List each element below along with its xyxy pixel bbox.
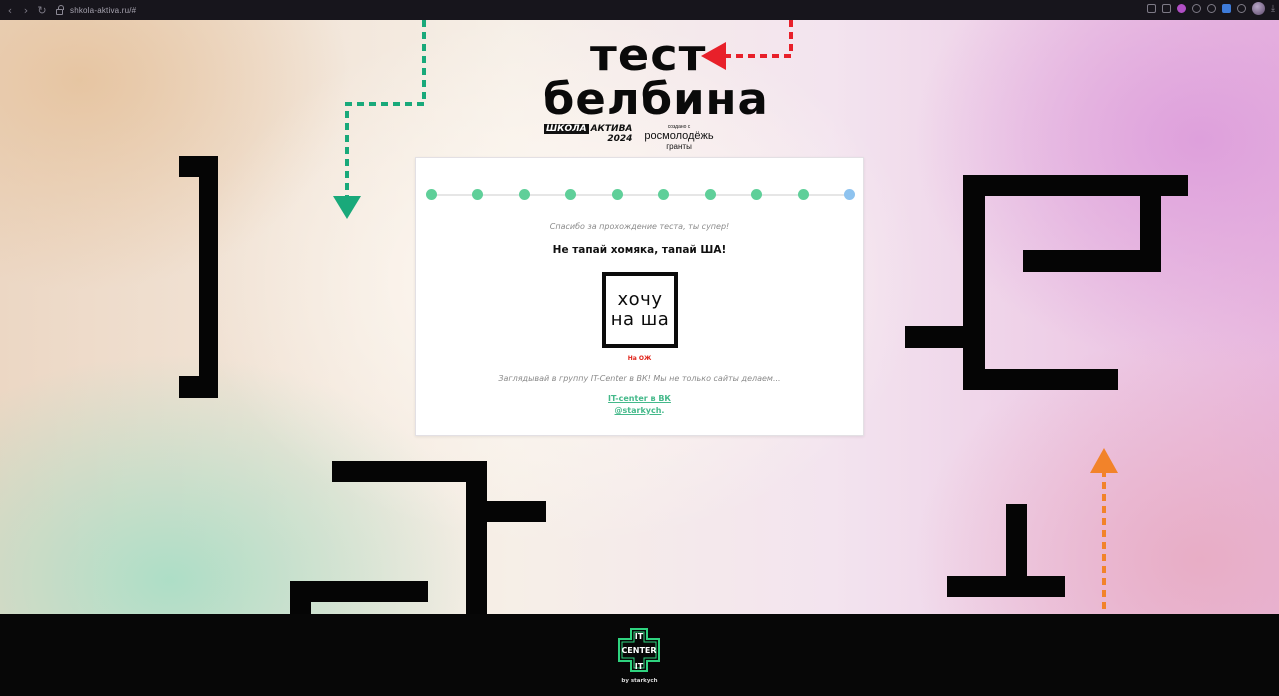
screenshot-icon[interactable] [1162,4,1172,13]
logo-line-1: хочу [617,289,663,310]
slogan-text: Не тапай хомяка, тапай ША! [552,244,727,256]
progress-step-8 [751,189,763,200]
progress-step-4 [565,189,577,200]
progress-step-6 [658,189,670,200]
progress-step-7 [704,189,716,200]
blue-extension-icon[interactable] [1222,4,1232,13]
thanks-text: Спасибо за прохождение теста, ты супер! [549,222,730,231]
shkola-aktiva-logo: ШКОЛА АКТИВА 2024 [544,124,632,144]
rosmolodezh-logo: создано с росмолодёжь гранты [644,124,713,151]
profile-avatar[interactable] [1252,2,1266,15]
bottom-left-maze-shape [290,461,546,614]
red-dashed-arrow [701,20,793,70]
address-bar[interactable]: shkola-aktiva.ru/# [56,2,136,18]
extension-bar: ⤓ [1147,2,1275,15]
shkola-word: АКТИВА [590,124,633,134]
progress-step-3 [518,189,530,200]
hochu-na-sha-logo[interactable]: хочу на ша [602,272,678,348]
logo-it-bottom-text: IT [635,662,644,671]
heart-icon[interactable] [1207,4,1217,13]
progress-step-5 [611,189,623,200]
title-line-2: белбина [543,74,769,125]
cube-icon[interactable] [1237,4,1247,13]
progress-step-2 [472,189,484,200]
url-text[interactable]: shkola-aktiva.ru/# [70,6,136,15]
forward-icon[interactable]: › [18,2,34,18]
bottom-right-t-shape [947,504,1065,597]
progress-step-9 [797,189,809,200]
vk-handle-link[interactable]: @starkych. [416,406,863,415]
pink-extension-icon[interactable] [1177,4,1187,13]
shkola-box-text: ШКОЛА [544,124,589,134]
logo-line-2: на ша [610,309,670,330]
logo-caption-link[interactable]: На ОЖ [416,355,863,362]
it-center-logo[interactable]: IT IT CENTER [617,627,661,673]
group-invite-text: Заглядывай в группу IT-Center в ВК! Мы н… [498,374,781,383]
green-dashed-arrow [333,20,426,219]
lock-icon [56,4,64,15]
progress-step-1 [426,189,437,200]
shkola-year: 2024 [607,134,633,144]
logo-center-word: CENTER [621,646,657,655]
page-content: тест белбина ШКОЛА АКТИВА 2024 создано с… [0,20,1279,614]
vk-handle-text[interactable]: @starkych [615,406,662,415]
logo-it-text: IT [635,632,644,641]
right-maze-shape [905,175,1188,390]
page-footer: IT IT CENTER by starkych [0,614,1279,696]
left-bracket-shape [179,156,218,398]
reader-icon[interactable] [1147,4,1157,13]
browser-toolbar: ‹ › ↻ shkola-aktiva.ru/# ⤓ [0,0,1279,20]
play-icon[interactable] [1192,4,1202,13]
title-line-1: тест [590,30,707,81]
back-icon[interactable]: ‹ [2,2,18,18]
partner-logos: ШКОЛА АКТИВА 2024 создано с росмолодёжь … [544,124,714,151]
granty-text: гранты [666,142,692,151]
browser-nav: ‹ › ↻ [2,2,50,18]
orange-dashed-arrow [1090,448,1118,614]
progress-track [431,194,851,196]
result-card: Спасибо за прохождение теста, ты супер! … [415,157,864,436]
footer-byline: by starkych [621,678,658,684]
rosmolodezh-text: росмолодёжь [644,130,714,142]
progress-step-10 [844,189,855,200]
vk-group-link[interactable]: IT-center в ВК [416,394,863,403]
download-icon[interactable]: ⤓ [1271,4,1275,14]
reload-icon[interactable]: ↻ [34,2,50,18]
